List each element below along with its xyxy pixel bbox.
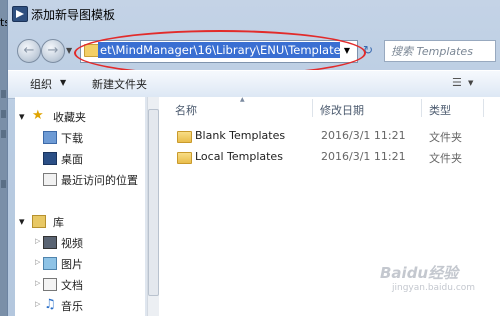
- folder-icon: [177, 131, 192, 143]
- search-input[interactable]: 搜索 Templates: [391, 43, 473, 59]
- sort-ascending-icon: ▲: [240, 96, 245, 103]
- nav-favorites[interactable]: 收藏夹: [53, 109, 86, 125]
- recent-places-icon: [43, 173, 57, 186]
- file-type: 文件夹: [429, 131, 462, 144]
- nav-expand-favorites[interactable]: ▾: [19, 110, 25, 123]
- view-dropdown-icon[interactable]: ▼: [468, 79, 473, 87]
- video-library-icon: [43, 236, 57, 249]
- file-modified: 2016/3/1 11:21: [321, 150, 406, 163]
- nav-expand-music[interactable]: ▷: [35, 300, 40, 308]
- watermark-logo: Baidu经验: [380, 264, 459, 282]
- nav-expand-documents[interactable]: ▷: [35, 279, 40, 287]
- navigation-pane: ▾ ★ 收藏夹 下载 桌面 最近访问的位置 ▾ 库 ▷ 视频 ▷ 图片 ▷ 文档…: [15, 97, 145, 316]
- column-divider[interactable]: [421, 99, 422, 117]
- background-window-text: ts: [0, 16, 11, 29]
- document-library-icon: [43, 278, 57, 291]
- nav-item-downloads[interactable]: 下载: [61, 130, 83, 146]
- folder-icon: [177, 152, 192, 164]
- nav-item-video[interactable]: 视频: [61, 235, 83, 251]
- new-folder-button[interactable]: 新建文件夹: [92, 76, 147, 92]
- view-options-icon[interactable]: ☰: [452, 77, 466, 89]
- watermark-url: jingyan.baidu.com: [392, 283, 476, 293]
- file-name[interactable]: Local Templates: [195, 150, 283, 163]
- nav-expand-video[interactable]: ▷: [35, 237, 40, 245]
- command-toolbar: [8, 70, 500, 99]
- forward-button[interactable]: →: [41, 39, 65, 63]
- back-arrow-icon: ←: [23, 43, 35, 58]
- download-folder-icon: [43, 131, 57, 144]
- column-header-type[interactable]: 类型: [429, 102, 451, 118]
- column-header-modified[interactable]: 修改日期: [320, 102, 364, 118]
- file-name[interactable]: Blank Templates: [195, 129, 285, 142]
- picture-library-icon: [43, 257, 57, 270]
- file-modified: 2016/3/1 11:21: [321, 129, 406, 142]
- recent-pages-dropdown-icon[interactable]: ▼: [66, 46, 72, 55]
- file-type: 文件夹: [429, 152, 462, 165]
- nav-item-recent[interactable]: 最近访问的位置: [61, 172, 138, 188]
- app-icon: [12, 6, 28, 22]
- back-button[interactable]: ←: [17, 39, 41, 63]
- nav-item-desktop[interactable]: 桌面: [61, 151, 83, 167]
- forward-arrow-icon: →: [47, 43, 59, 58]
- desktop-icon: [43, 152, 57, 165]
- background-window-strip: [0, 0, 7, 316]
- nav-scrollbar-thumb[interactable]: [148, 109, 159, 296]
- nav-item-pictures[interactable]: 图片: [61, 256, 83, 272]
- nav-expand-pictures[interactable]: ▷: [35, 258, 40, 266]
- library-icon: [32, 215, 46, 228]
- nav-libraries[interactable]: 库: [53, 214, 64, 230]
- nav-item-music[interactable]: 音乐: [61, 298, 83, 314]
- organize-dropdown-icon[interactable]: ▼: [60, 78, 66, 87]
- column-divider[interactable]: [483, 99, 484, 117]
- column-divider[interactable]: [312, 99, 313, 117]
- star-icon: ★: [32, 108, 44, 123]
- column-header-name[interactable]: 名称: [175, 102, 197, 118]
- window-title: 添加新导图模板: [31, 8, 116, 22]
- organize-button[interactable]: 组织: [30, 76, 52, 92]
- nav-expand-libraries[interactable]: ▾: [19, 215, 25, 228]
- nav-item-documents[interactable]: 文档: [61, 277, 83, 293]
- music-library-icon: ♫: [44, 297, 56, 312]
